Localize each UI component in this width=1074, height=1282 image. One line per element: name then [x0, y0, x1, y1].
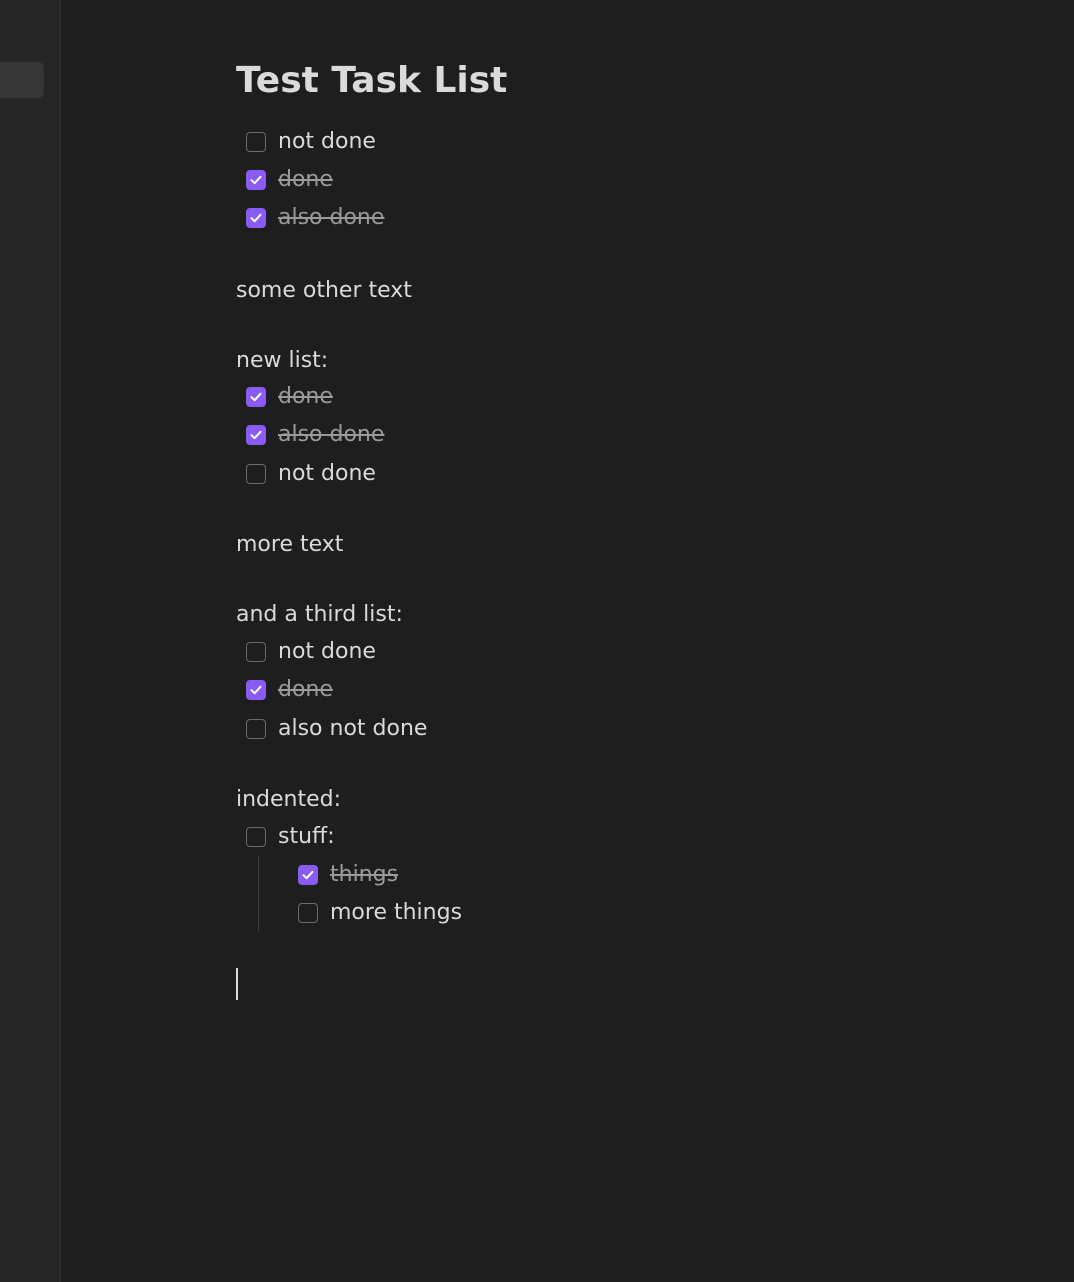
indent-guide: [258, 856, 259, 932]
task-label: also done: [278, 422, 385, 447]
task-item: also done: [246, 416, 384, 454]
task-label: not done: [278, 639, 376, 664]
task-checkbox[interactable]: [246, 680, 266, 700]
task-label: not done: [278, 129, 376, 154]
task-label: not done: [278, 461, 376, 486]
paragraph: indented:: [236, 787, 342, 812]
paragraph: more text: [236, 532, 344, 557]
task-item: not done: [246, 633, 376, 671]
note-title: Test Task List: [236, 60, 508, 101]
task-item: also done: [246, 199, 384, 237]
task-item: done: [246, 671, 333, 709]
task-label: also done: [278, 205, 385, 230]
task-checkbox[interactable]: [246, 425, 266, 445]
task-label: done: [278, 677, 333, 702]
task-item: done: [246, 161, 333, 199]
task-label: stuff:: [278, 824, 335, 849]
editor-pane[interactable]: [61, 0, 1074, 1282]
task-checkbox[interactable]: [298, 865, 318, 885]
task-label: also not done: [278, 716, 428, 741]
task-label: done: [278, 167, 333, 192]
sidebar-tab-handle[interactable]: [0, 62, 44, 98]
task-label: things: [330, 862, 399, 887]
task-item: things: [298, 856, 398, 894]
task-label: done: [278, 384, 333, 409]
task-item: not done: [246, 455, 376, 493]
paragraph: and a third list:: [236, 602, 403, 627]
task-checkbox[interactable]: [246, 132, 266, 152]
task-label: more things: [330, 900, 463, 925]
task-item: done: [246, 378, 333, 416]
task-checkbox[interactable]: [246, 387, 266, 407]
paragraph: new list:: [236, 348, 329, 373]
task-checkbox[interactable]: [246, 642, 266, 662]
task-checkbox[interactable]: [246, 170, 266, 190]
task-checkbox[interactable]: [246, 464, 266, 484]
paragraph: some other text: [236, 278, 412, 303]
task-item: also not done: [246, 710, 427, 748]
left-ribbon: [0, 0, 61, 1282]
task-item: stuff:: [246, 818, 335, 856]
task-item: more things: [298, 894, 462, 932]
task-checkbox[interactable]: [246, 719, 266, 739]
task-checkbox[interactable]: [298, 903, 318, 923]
task-checkbox[interactable]: [246, 827, 266, 847]
task-checkbox[interactable]: [246, 208, 266, 228]
task-item: not done: [246, 123, 376, 161]
text-cursor[interactable]: [236, 968, 238, 1000]
